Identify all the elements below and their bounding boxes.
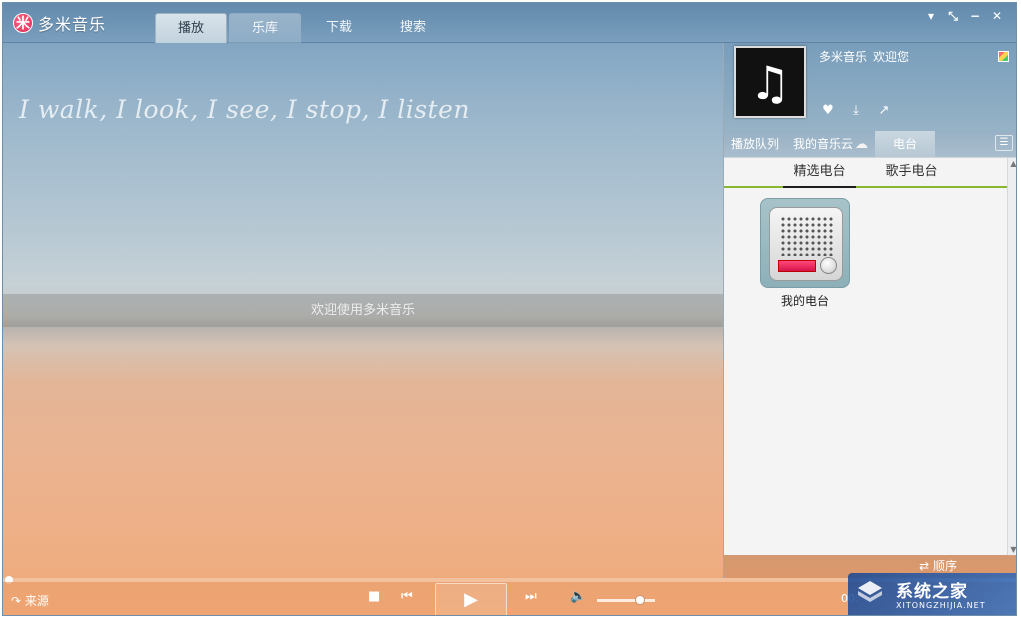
radio-speaker-icon xyxy=(760,198,850,288)
main-tabs: 播放 乐库 下载 搜索 xyxy=(155,13,451,43)
volume-icon[interactable]: 🔈 xyxy=(570,589,586,604)
like-icon[interactable]: ♥ xyxy=(820,103,836,118)
radio-subtabs: 精选电台 歌手电台 xyxy=(724,158,1007,188)
music-note-icon: ♫ xyxy=(749,56,791,110)
greeting-app-name: 多米音乐 xyxy=(819,50,868,64)
next-icon[interactable]: ⏭ xyxy=(525,589,537,604)
panel-tabs: 播放队列 我的音乐云 ☁ 电台 ☰ xyxy=(724,131,1016,157)
play-icon: ▶ xyxy=(464,589,478,610)
restore-icon[interactable]: ⤡ xyxy=(944,8,962,24)
radio-scrollbar[interactable]: ▲ ▼ xyxy=(1007,158,1016,556)
tab-play[interactable]: 播放 xyxy=(155,13,227,43)
tab-library[interactable]: 乐库 xyxy=(229,13,301,43)
greeting: 多米音乐 欢迎您 xyxy=(819,48,915,65)
watermark-logo-icon xyxy=(858,581,882,602)
watermark-subtitle: XITONGZHIJIA.NET xyxy=(896,601,986,610)
subtab-artist-radio[interactable]: 歌手电台 xyxy=(876,158,948,186)
tab-play-queue[interactable]: 播放队列 xyxy=(724,131,786,157)
site-watermark: 系统之家 XITONGZHIJIA.NET xyxy=(848,573,1016,615)
now-playing-actions: ♥ ⤓ ↗ xyxy=(820,103,892,118)
close-icon[interactable]: ✕ xyxy=(988,8,1006,24)
window-controls: ▾ ⤡ − ✕ xyxy=(922,8,1006,24)
scroll-up-icon[interactable]: ▲ xyxy=(1008,158,1016,170)
list-view-icon[interactable]: ☰ xyxy=(995,135,1013,151)
welcome-banner: 欢迎使用多米音乐 xyxy=(3,294,723,327)
source-icon: ↷ xyxy=(11,594,22,608)
volume-slider[interactable] xyxy=(597,599,655,602)
radio-pane: 精选电台 歌手电台 我的电台 ▲ ▼ xyxy=(724,157,1016,556)
side-panel: ♫ 多米音乐 欢迎您 ♥ ⤓ ↗ 播放队列 我的音乐云 ☁ 电台 ☰ 精选电台 歌手… xyxy=(723,43,1016,578)
share-icon[interactable]: ↗ xyxy=(876,103,892,118)
station-my-radio[interactable]: 我的电台 xyxy=(760,198,850,309)
tab-radio[interactable]: 电台 xyxy=(875,131,936,157)
cloud-icon: ☁ xyxy=(855,137,869,152)
download-icon[interactable]: ⤓ xyxy=(848,103,864,118)
greeting-text: 欢迎您 xyxy=(873,50,910,64)
app-logo: 米 多米音乐 xyxy=(13,12,106,34)
subtab-featured-radio[interactable]: 精选电台 xyxy=(783,158,856,188)
minimize-icon[interactable]: − xyxy=(966,8,984,24)
tab-music-cloud[interactable]: 我的音乐云 ☁ xyxy=(786,131,875,157)
album-cover[interactable]: ♫ xyxy=(734,46,806,118)
play-button[interactable]: ▶ xyxy=(435,583,507,615)
skin-icon[interactable] xyxy=(998,51,1009,62)
now-playing-card: ♫ 多米音乐 欢迎您 ♥ ⤓ ↗ xyxy=(724,43,1016,131)
watermark-title: 系统之家 xyxy=(896,582,968,602)
previous-icon[interactable]: ⏮ xyxy=(401,589,413,604)
app-title: 多米音乐 xyxy=(38,15,107,34)
player-stage: I walk, I look, I see, I stop, I listen … xyxy=(3,43,723,578)
logo-icon: 米 xyxy=(13,13,33,33)
source-label: 来源 xyxy=(24,594,49,608)
tab-download[interactable]: 下载 xyxy=(303,13,375,43)
stop-icon[interactable]: ■ xyxy=(368,589,380,604)
station-label: 我的电台 xyxy=(780,294,829,308)
tab-music-cloud-label: 我的音乐云 xyxy=(793,137,854,151)
app-window: 米 多米音乐 播放 乐库 下载 搜索 ▾ ⤡ − ✕ I walk, I loo… xyxy=(2,2,1017,616)
stage-tagline: I walk, I look, I see, I stop, I listen xyxy=(19,95,470,124)
tab-search[interactable]: 搜索 xyxy=(377,13,449,43)
volume-handle[interactable] xyxy=(635,595,645,605)
source-button[interactable]: ↷ 来源 xyxy=(11,592,49,609)
menu-dropdown-icon[interactable]: ▾ xyxy=(922,8,940,24)
title-bar: 米 多米音乐 播放 乐库 下载 搜索 ▾ ⤡ − ✕ xyxy=(3,3,1016,43)
